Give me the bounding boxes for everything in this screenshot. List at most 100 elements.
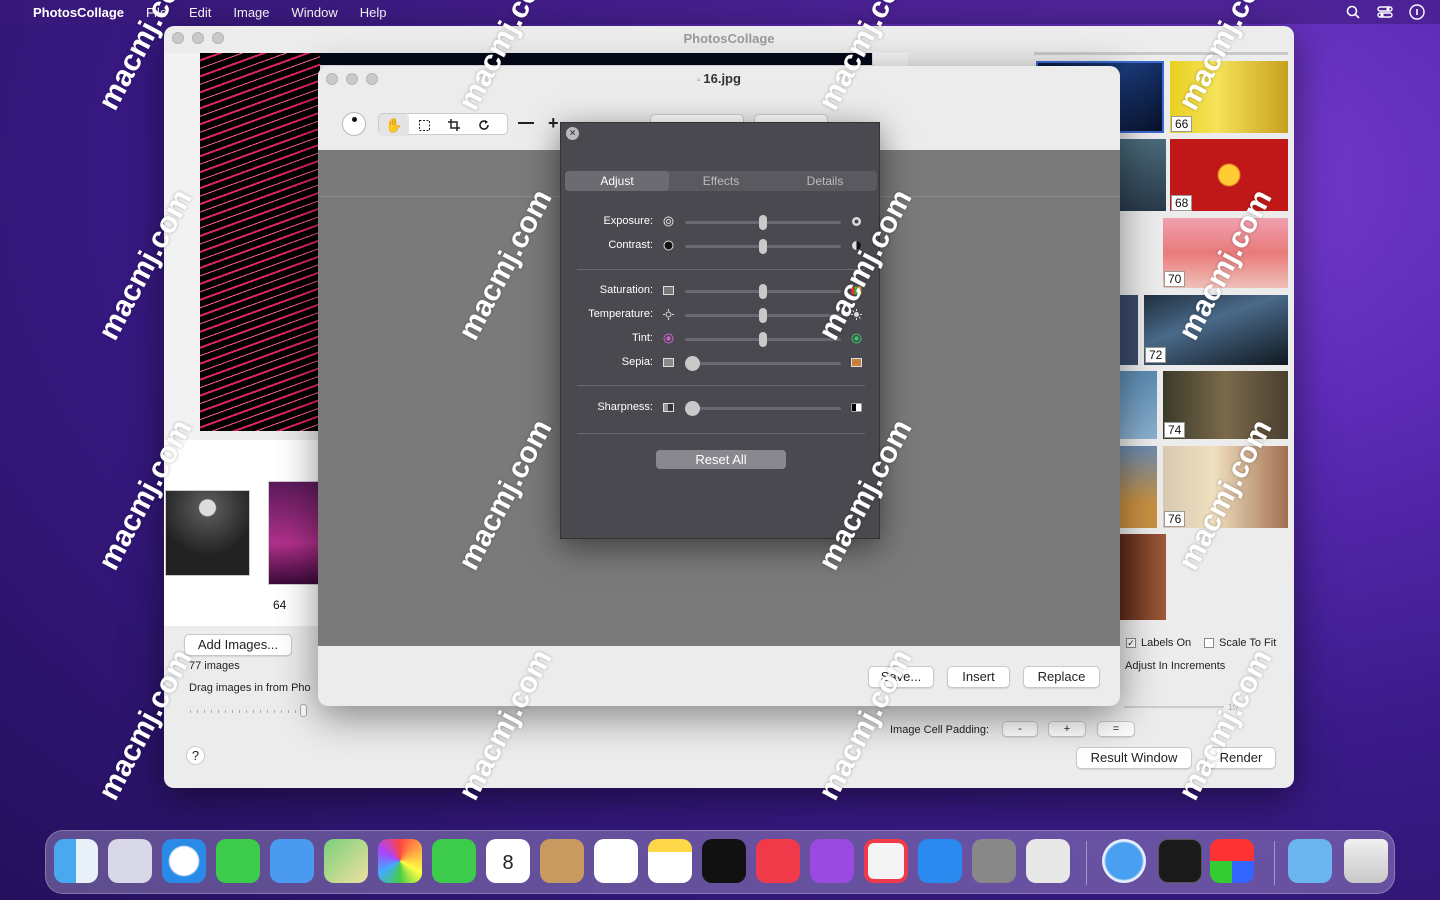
trash-icon[interactable] — [1344, 839, 1388, 883]
insert-button[interactable]: Insert — [947, 666, 1010, 688]
contrast-knob[interactable] — [759, 239, 767, 254]
thumb-bg-a[interactable] — [1120, 139, 1166, 211]
adjust-tabs: Adjust Effects Details — [565, 171, 877, 191]
exposure-knob[interactable] — [759, 215, 767, 230]
screenshot-icon[interactable] — [1026, 839, 1070, 883]
help-button[interactable]: ? — [186, 746, 205, 765]
thumb-column-top — [1034, 52, 1288, 55]
padding-plus-button[interactable]: + — [1048, 721, 1086, 737]
saturation-label: Saturation: — [599, 284, 653, 296]
thumb-size-knob[interactable] — [300, 704, 307, 717]
menu-help[interactable]: Help — [349, 5, 398, 20]
zoom-out-icon[interactable] — [518, 122, 534, 124]
tab-adjust[interactable]: Adjust — [565, 171, 669, 191]
contacts-icon[interactable] — [540, 839, 584, 883]
rotate-tool-icon[interactable] — [469, 114, 499, 136]
spotlight-search-icon[interactable] — [1344, 3, 1362, 21]
launchpad-icon[interactable] — [108, 839, 152, 883]
calendar-icon[interactable]: 8 — [486, 839, 530, 883]
tab-details[interactable]: Details — [773, 171, 877, 191]
mail-icon[interactable] — [270, 839, 314, 883]
messages-icon[interactable] — [216, 839, 260, 883]
minimize-button[interactable] — [192, 32, 204, 44]
reset-all-button[interactable]: Reset All — [656, 450, 786, 469]
padding-slider[interactable] — [1124, 706, 1224, 708]
altool-icon[interactable] — [1102, 839, 1146, 883]
sharpness-high-icon — [851, 402, 862, 413]
podcasts-icon[interactable] — [810, 839, 854, 883]
thumb-bg-c[interactable] — [1120, 371, 1157, 439]
finder-icon[interactable] — [54, 839, 98, 883]
tint-label: Tint: — [632, 332, 653, 344]
contrast-low-icon — [663, 240, 674, 251]
thumb-label: 64 — [270, 598, 290, 612]
menu-image[interactable]: Image — [222, 5, 280, 20]
select-tool-icon[interactable] — [409, 114, 439, 136]
contrast-label: Contrast: — [608, 239, 653, 251]
notes-icon[interactable] — [648, 839, 692, 883]
app-store-icon[interactable] — [918, 839, 962, 883]
saturation-knob[interactable] — [759, 284, 767, 299]
editor-title-text: 16.jpg — [703, 71, 741, 86]
padding-equal-button[interactable]: = — [1097, 721, 1135, 737]
separator-1 — [577, 269, 865, 270]
zoom-in-icon[interactable]: + — [548, 113, 559, 134]
terminal-icon[interactable] — [1158, 839, 1202, 883]
thumb-bg-e[interactable] — [1120, 534, 1166, 620]
sepia-label: Sepia: — [621, 356, 653, 368]
drag-hint: Drag images in from Pho — [189, 682, 311, 694]
reminders-icon[interactable] — [594, 839, 638, 883]
maps-icon[interactable] — [324, 839, 368, 883]
zoom-button[interactable] — [212, 32, 224, 44]
thumb-moon-girl[interactable] — [165, 490, 250, 576]
separator-2 — [577, 385, 865, 386]
downloads-folder-icon[interactable] — [1288, 839, 1332, 883]
thumb-size-slider[interactable] — [190, 710, 306, 713]
photoscollage-icon[interactable] — [1210, 839, 1254, 883]
tab-effects[interactable]: Effects — [669, 171, 773, 191]
thumb-label-72: 72 — [1145, 347, 1167, 363]
separator-3 — [577, 433, 865, 434]
sharpness-knob[interactable] — [685, 401, 700, 416]
tint-high-icon — [851, 333, 862, 344]
menu-app-name[interactable]: PhotosCollage — [22, 5, 135, 20]
thumb-bg-b[interactable] — [1120, 295, 1138, 365]
hand-tool-icon[interactable]: ✋ — [379, 114, 409, 136]
temperature-knob[interactable] — [759, 308, 767, 323]
panel-close-icon[interactable]: × — [566, 127, 579, 140]
crop-tool-icon[interactable] — [439, 114, 469, 136]
control-center-icon[interactable] — [1376, 3, 1394, 21]
safari-icon[interactable] — [162, 839, 206, 883]
thumb-label-70: 70 — [1164, 271, 1186, 287]
close-button[interactable] — [172, 32, 184, 44]
padding-minus-button[interactable]: - — [1002, 721, 1038, 737]
apple-tv-icon[interactable] — [702, 839, 746, 883]
editor-title: ▫ 16.jpg — [318, 71, 1120, 86]
labels-on-checkbox[interactable]: ✓ — [1126, 638, 1136, 648]
menu-edit[interactable]: Edit — [178, 5, 222, 20]
photos-icon[interactable] — [378, 839, 422, 883]
sepia-row: Sepia: — [561, 353, 881, 373]
news-icon[interactable] — [864, 839, 908, 883]
system-preferences-icon[interactable] — [972, 839, 1016, 883]
sepia-knob[interactable] — [685, 356, 700, 371]
sepia-slider[interactable] — [685, 362, 841, 365]
thumb-bg-d[interactable] — [1120, 446, 1157, 528]
traffic-lights — [172, 32, 224, 44]
sharpness-slider[interactable] — [685, 407, 841, 410]
exposure-label: Exposure: — [603, 215, 653, 227]
color-picker-icon[interactable] — [342, 112, 366, 136]
thumb-pink-city[interactable] — [268, 481, 320, 585]
tint-knob[interactable] — [759, 332, 767, 347]
replace-button[interactable]: Replace — [1023, 666, 1100, 688]
add-images-button[interactable]: Add Images... — [184, 634, 292, 656]
thumb-label-68: 68 — [1171, 195, 1193, 211]
scale-to-fit-checkbox[interactable] — [1204, 638, 1214, 648]
facetime-icon[interactable] — [432, 839, 476, 883]
siri-icon[interactable] — [1408, 3, 1426, 21]
temperature-label: Temperature: — [588, 308, 653, 320]
menu-window[interactable]: Window — [281, 5, 349, 20]
music-icon[interactable] — [756, 839, 800, 883]
collage-image-top — [320, 53, 872, 65]
result-window-button[interactable]: Result Window — [1076, 747, 1192, 769]
